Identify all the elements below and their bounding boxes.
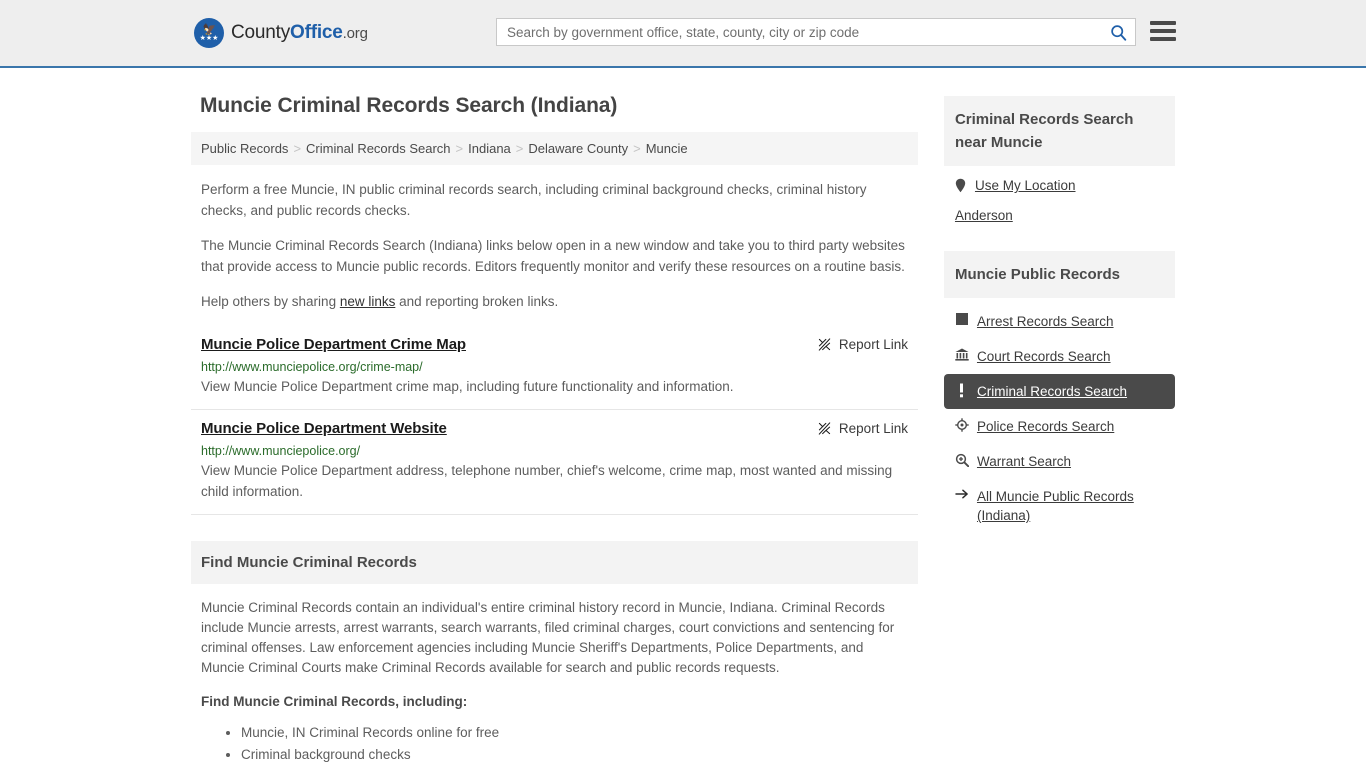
breadcrumb: Public Records > Criminal Records Search > I… — [191, 132, 918, 165]
broken-link-icon — [818, 338, 831, 351]
report-link-label: Report Link — [838, 337, 908, 352]
find-records-lead: Find Muncie Criminal Records, including: — [201, 694, 468, 709]
sidebar: Criminal Records Search near Muncie Use … — [943, 84, 1175, 766]
sidebar-public-records-list: Arrest Records Search Court Records Sear… — [943, 298, 1175, 533]
find-records-heading: Find Muncie Criminal Records — [191, 541, 918, 584]
breadcrumb-item-indiana[interactable]: Indiana — [468, 141, 511, 156]
map-pin-icon — [955, 178, 966, 193]
menu-bar-2 — [1150, 29, 1176, 33]
intro-paragraph-1: Perform a free Muncie, IN public crimina… — [201, 182, 867, 218]
breadcrumb-item-public-records[interactable]: Public Records — [201, 141, 288, 156]
breadcrumb-item-criminal-records-search[interactable]: Criminal Records Search — [306, 141, 451, 156]
sidebar-item-all-muncie-public-records[interactable]: All Muncie Public Records (Indiana) — [944, 479, 1175, 533]
sidebar-item-label[interactable]: Police Records Search — [977, 417, 1114, 436]
sidebar-item-police-records-search[interactable]: Police Records Search — [944, 409, 1175, 444]
magnifier-plus-icon — [955, 452, 969, 467]
site-logo[interactable]: 🦅 ★★★ CountyOffice.org — [194, 18, 368, 48]
breadcrumb-separator: > — [455, 141, 464, 156]
share-text-before: Help others by sharing — [201, 294, 340, 309]
find-records-body: Muncie Criminal Records contain an indiv… — [191, 584, 918, 766]
find-records-paragraph: Muncie Criminal Records contain an indiv… — [201, 600, 895, 675]
logo-text-office: Office — [290, 22, 343, 43]
result-header: Muncie Police Department Crime Map Repor… — [201, 336, 908, 353]
report-link-button[interactable]: Report Link — [817, 336, 908, 352]
intro-paragraph-3: Help others by sharing new links and rep… — [201, 291, 908, 312]
result-description: View Muncie Police Department address, t… — [201, 463, 893, 499]
intro-paragraph-2: The Muncie Criminal Records Search (Indi… — [201, 238, 905, 274]
search-bar — [496, 18, 1136, 46]
search-button[interactable] — [1101, 19, 1135, 45]
main-column: Muncie Criminal Records Search (Indiana)… — [191, 84, 918, 766]
use-my-location-row[interactable]: Use My Location — [944, 166, 1175, 199]
share-text-after: and reporting broken links. — [395, 294, 559, 309]
breadcrumb-item-muncie[interactable]: Muncie — [646, 141, 688, 156]
breadcrumb-separator: > — [515, 141, 524, 156]
search-input[interactable] — [497, 19, 1101, 45]
sidebar-item-label[interactable]: All Muncie Public Records (Indiana) — [955, 487, 1164, 525]
police-badge-icon — [955, 417, 969, 432]
result-header: Muncie Police Department Website Report … — [201, 420, 908, 437]
result-url[interactable]: http://www.munciepolice.org/crime-map/ — [201, 360, 908, 374]
exclamation-icon — [955, 382, 969, 398]
report-link-label: Report Link — [838, 421, 908, 436]
sidebar-item-criminal-records-search[interactable]: Criminal Records Search — [943, 374, 1175, 409]
sidebar-near-heading: Criminal Records Search near Muncie — [943, 96, 1175, 166]
breadcrumb-item-delaware-county[interactable]: Delaware County — [528, 141, 628, 156]
sidebar-item-label[interactable]: Arrest Records Search — [977, 312, 1114, 331]
breadcrumb-separator: > — [633, 141, 641, 156]
result-title-link[interactable]: Muncie Police Department Website — [201, 420, 447, 437]
sidebar-item-warrant-search[interactable]: Warrant Search — [944, 444, 1175, 479]
search-icon — [1110, 24, 1126, 41]
sidebar-item-label[interactable]: Court Records Search — [977, 347, 1111, 366]
eagle-seal-icon: 🦅 ★★★ — [194, 18, 224, 48]
menu-bar-1 — [1150, 21, 1176, 25]
logo-text-county: County — [231, 22, 291, 43]
nearby-city-row[interactable]: Anderson — [944, 199, 1175, 229]
menu-bar-3 — [1150, 37, 1176, 41]
result-item: Muncie Police Department Website Report … — [191, 410, 918, 515]
sidebar-item-label[interactable]: Criminal Records Search — [977, 382, 1127, 401]
logo-wordmark: CountyOffice.org — [231, 22, 368, 44]
sidebar-public-records-heading: Muncie Public Records — [943, 251, 1175, 298]
result-item: Muncie Police Department Crime Map Repor… — [191, 326, 918, 410]
intro-section: Perform a free Muncie, IN public crimina… — [191, 179, 918, 312]
hamburger-menu-icon[interactable] — [1150, 19, 1176, 43]
report-link-button[interactable]: Report Link — [817, 420, 908, 436]
result-url[interactable]: http://www.munciepolice.org/ — [201, 444, 908, 458]
list-item: Criminal background checks — [241, 744, 908, 766]
sidebar-item-label[interactable]: Warrant Search — [977, 452, 1071, 471]
content-container: Muncie Criminal Records Search (Indiana)… — [191, 68, 1175, 766]
new-links-link[interactable]: new links — [340, 294, 396, 309]
courthouse-icon — [955, 347, 969, 361]
fingerprint-icon — [955, 312, 969, 325]
find-records-bullet-list: Muncie, IN Criminal Records online for f… — [201, 722, 908, 766]
logo-text-org: .org — [342, 25, 368, 42]
use-my-location-link[interactable]: Use My Location — [975, 178, 1076, 193]
page-body: Muncie Criminal Records Search (Indiana)… — [0, 68, 1366, 766]
sidebar-item-arrest-records-search[interactable]: Arrest Records Search — [944, 304, 1175, 339]
nearby-city-link-anderson[interactable]: Anderson — [955, 208, 1013, 223]
sidebar-item-court-records-search[interactable]: Court Records Search — [944, 339, 1175, 374]
site-header: 🦅 ★★★ CountyOffice.org — [0, 0, 1366, 68]
result-title-link[interactable]: Muncie Police Department Crime Map — [201, 336, 466, 353]
breadcrumb-separator: > — [293, 141, 302, 156]
list-item: Muncie, IN Criminal Records online for f… — [241, 722, 908, 744]
result-description: View Muncie Police Department crime map,… — [201, 379, 734, 394]
broken-link-icon — [818, 422, 831, 435]
page-title: Muncie Criminal Records Search (Indiana) — [200, 94, 618, 117]
